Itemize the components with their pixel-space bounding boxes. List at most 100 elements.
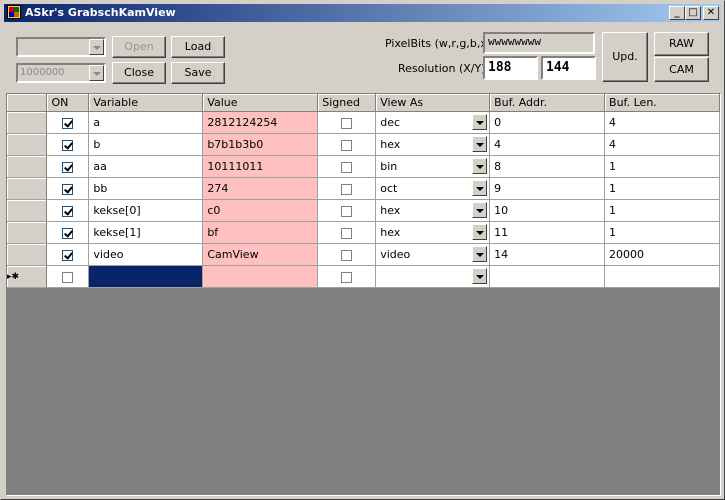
- table-row[interactable]: kekse[1] bf hex 11 1: [7, 221, 720, 244]
- column-header-signed[interactable]: Signed: [317, 94, 377, 112]
- chevron-down-icon[interactable]: [472, 246, 488, 262]
- row-header[interactable]: [7, 177, 48, 200]
- signed-checkbox-cell[interactable]: [317, 155, 377, 178]
- row-header[interactable]: [7, 199, 48, 222]
- view-as-cell[interactable]: bin: [375, 155, 491, 178]
- variable-cell[interactable]: aa: [88, 155, 204, 178]
- value-cell[interactable]: c0: [202, 199, 319, 222]
- buf-addr-cell[interactable]: 0: [489, 111, 606, 134]
- chevron-down-icon[interactable]: [472, 114, 488, 130]
- on-checkbox[interactable]: [62, 183, 74, 195]
- value-cell[interactable]: bf: [202, 221, 319, 244]
- baud-select[interactable]: 1000000: [16, 63, 106, 83]
- buf-addr-cell[interactable]: 11: [489, 221, 606, 244]
- signed-checkbox[interactable]: [341, 227, 353, 239]
- minimize-button[interactable]: _: [669, 6, 685, 20]
- on-checkbox-cell[interactable]: [46, 177, 90, 200]
- save-button[interactable]: Save: [171, 62, 225, 84]
- update-button[interactable]: Upd.: [602, 32, 648, 82]
- table-row[interactable]: a 2812124254 dec 0 4: [7, 111, 720, 134]
- view-as-cell[interactable]: dec: [375, 111, 491, 134]
- variable-cell[interactable]: video: [88, 243, 204, 266]
- close-window-button[interactable]: ✕: [703, 6, 719, 20]
- resolution-x-field[interactable]: 188: [483, 56, 538, 80]
- value-cell[interactable]: CamView: [202, 243, 319, 266]
- new-row[interactable]: ▸✱: [7, 265, 720, 288]
- on-checkbox-cell[interactable]: [46, 265, 90, 288]
- load-button[interactable]: Load: [171, 36, 225, 58]
- chevron-down-icon[interactable]: [472, 158, 488, 174]
- cam-button[interactable]: CAM: [654, 57, 709, 82]
- column-header-buf-len[interactable]: Buf. Len.: [604, 94, 720, 112]
- on-checkbox[interactable]: [62, 249, 74, 261]
- on-checkbox-cell[interactable]: [46, 133, 90, 156]
- signed-checkbox[interactable]: [341, 205, 353, 217]
- signed-checkbox[interactable]: [341, 183, 353, 195]
- buf-addr-cell[interactable]: [489, 265, 606, 288]
- on-checkbox-cell[interactable]: [46, 155, 90, 178]
- on-checkbox-cell[interactable]: [46, 111, 90, 134]
- signed-checkbox[interactable]: [341, 139, 353, 151]
- resolution-y-field[interactable]: 144: [541, 56, 596, 80]
- open-button[interactable]: Open: [112, 36, 166, 58]
- value-cell[interactable]: 10111011: [202, 155, 319, 178]
- on-checkbox-cell[interactable]: [46, 199, 90, 222]
- variable-cell[interactable]: a: [88, 111, 204, 134]
- signed-checkbox-cell[interactable]: [317, 243, 377, 266]
- chevron-down-icon[interactable]: [89, 39, 104, 55]
- column-header-value[interactable]: Value: [202, 94, 319, 112]
- view-as-cell[interactable]: [375, 265, 491, 288]
- signed-checkbox[interactable]: [341, 271, 353, 283]
- table-row[interactable]: aa 10111011 bin 8 1: [7, 155, 720, 178]
- signed-checkbox-cell[interactable]: [317, 199, 377, 222]
- row-header[interactable]: [7, 133, 48, 156]
- chevron-down-icon[interactable]: [472, 268, 488, 284]
- variable-cell[interactable]: b: [88, 133, 204, 156]
- row-header[interactable]: [7, 155, 48, 178]
- signed-checkbox-cell[interactable]: [317, 221, 377, 244]
- buf-len-cell[interactable]: 4: [604, 111, 720, 134]
- column-header-buf-addr[interactable]: Buf. Addr.: [489, 94, 606, 112]
- chevron-down-icon[interactable]: [472, 180, 488, 196]
- table-row[interactable]: video CamView video 14 20000: [7, 243, 720, 266]
- buf-addr-cell[interactable]: 4: [489, 133, 606, 156]
- view-as-cell[interactable]: hex: [375, 199, 491, 222]
- buf-len-cell[interactable]: 1: [604, 155, 720, 178]
- column-header-view-as[interactable]: View As: [375, 94, 491, 112]
- buf-addr-cell[interactable]: 14: [489, 243, 606, 266]
- chevron-down-icon[interactable]: [472, 202, 488, 218]
- signed-checkbox[interactable]: [341, 249, 353, 261]
- variable-cell[interactable]: kekse[1]: [88, 221, 204, 244]
- row-header[interactable]: [7, 243, 48, 266]
- buf-len-cell[interactable]: 20000: [604, 243, 720, 266]
- signed-checkbox-cell[interactable]: [317, 133, 377, 156]
- on-checkbox[interactable]: [62, 205, 74, 217]
- buf-addr-cell[interactable]: 8: [489, 155, 606, 178]
- buf-len-cell[interactable]: 4: [604, 133, 720, 156]
- on-checkbox[interactable]: [62, 161, 74, 173]
- on-checkbox-cell[interactable]: [46, 243, 90, 266]
- chevron-down-icon[interactable]: [472, 224, 488, 240]
- variable-cell[interactable]: kekse[0]: [88, 199, 204, 222]
- column-header-on[interactable]: ON: [46, 94, 90, 112]
- raw-button[interactable]: RAW: [654, 32, 709, 56]
- signed-checkbox[interactable]: [341, 117, 353, 129]
- column-header-variable[interactable]: Variable: [88, 94, 204, 112]
- on-checkbox[interactable]: [62, 271, 74, 283]
- buf-len-cell[interactable]: [604, 265, 720, 288]
- view-as-cell[interactable]: hex: [375, 221, 491, 244]
- maximize-button[interactable]: □: [685, 6, 701, 20]
- value-cell[interactable]: 274: [202, 177, 319, 200]
- signed-checkbox-cell[interactable]: [317, 265, 377, 288]
- value-cell[interactable]: [202, 265, 319, 288]
- title-bar[interactable]: ASkr's GrabschKamView _ □ ✕: [4, 4, 721, 22]
- chevron-down-icon[interactable]: [89, 65, 104, 81]
- buf-addr-cell[interactable]: 9: [489, 177, 606, 200]
- buf-len-cell[interactable]: 1: [604, 177, 720, 200]
- on-checkbox[interactable]: [62, 227, 74, 239]
- value-cell[interactable]: 2812124254: [202, 111, 319, 134]
- table-row[interactable]: kekse[0] c0 hex 10 1: [7, 199, 720, 222]
- variable-cell[interactable]: bb: [88, 177, 204, 200]
- pixelbits-field[interactable]: wwwwwwww: [483, 32, 595, 54]
- chevron-down-icon[interactable]: [472, 136, 488, 152]
